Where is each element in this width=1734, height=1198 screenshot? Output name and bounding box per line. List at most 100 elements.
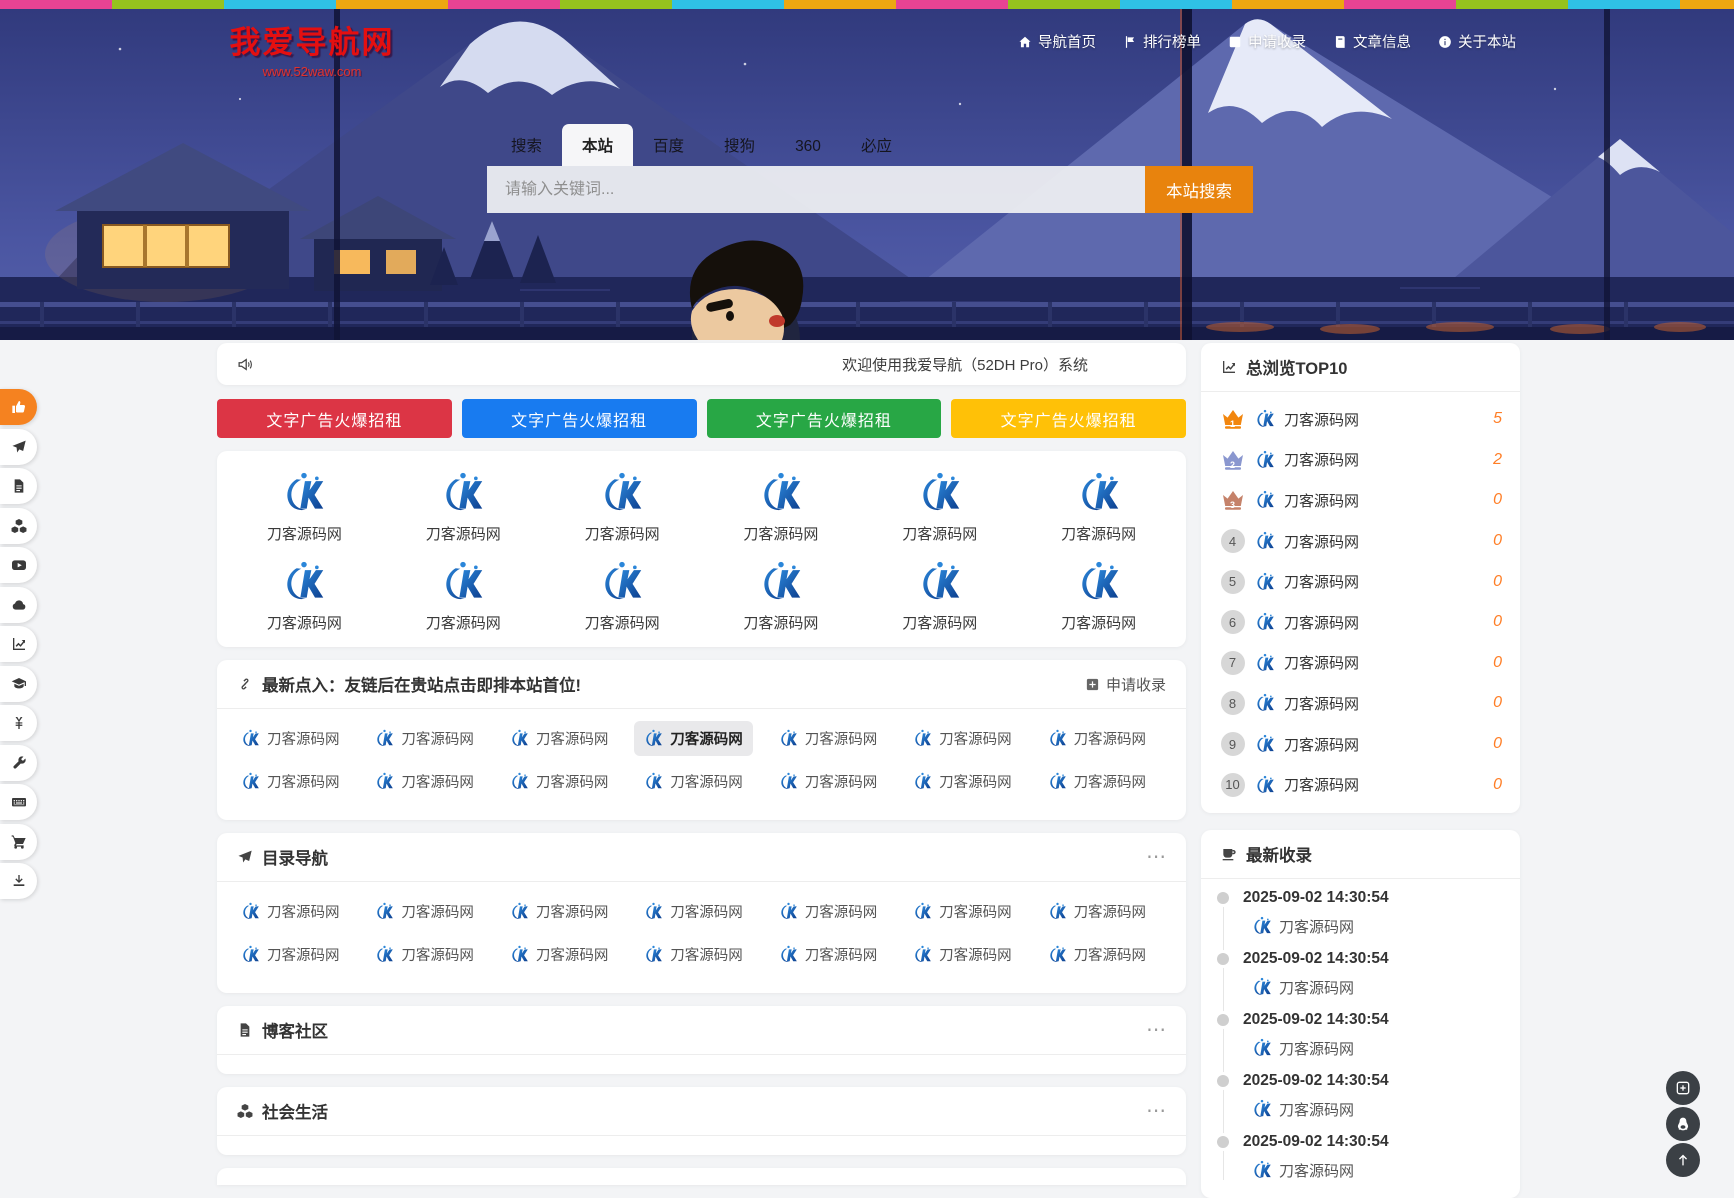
site-link[interactable]: 刀客源码网 <box>769 894 888 929</box>
site-link[interactable]: 刀客源码网 <box>231 894 350 929</box>
cubes-icon <box>237 1103 253 1119</box>
dock-item[interactable] <box>0 389 37 425</box>
section-title: 社会生活 <box>262 1099 328 1123</box>
featured-site-link[interactable]: 刀客源码网 <box>1019 560 1178 633</box>
top10-row[interactable]: 9 刀客源码网 0 <box>1219 724 1502 765</box>
dock-item[interactable] <box>0 468 37 504</box>
site-link[interactable]: 刀客源码网 <box>500 894 619 929</box>
featured-site-link[interactable]: 刀客源码网 <box>543 471 702 544</box>
search-engine-tab[interactable]: 本站 <box>562 124 633 166</box>
featured-site-link[interactable]: 刀客源码网 <box>225 560 384 633</box>
site-link[interactable]: 刀客源码网 <box>1252 1160 1504 1181</box>
back-to-top-fab[interactable] <box>1666 1143 1700 1177</box>
top10-row[interactable]: 2 刀客源码网 2 <box>1219 440 1502 481</box>
add-site-fab[interactable] <box>1666 1071 1700 1105</box>
featured-site-link[interactable]: 刀客源码网 <box>860 471 1019 544</box>
dock-item[interactable] <box>0 547 37 583</box>
site-link[interactable]: 刀客源码网 <box>1252 916 1504 937</box>
featured-site-link[interactable]: 刀客源码网 <box>225 471 384 544</box>
featured-site-link[interactable]: 刀客源码网 <box>543 560 702 633</box>
ad-button[interactable]: 文字广告火爆招租 <box>217 399 452 438</box>
site-link[interactable]: 刀客源码网 <box>769 937 888 972</box>
rainbow-stripe <box>0 0 1734 9</box>
qq-contact-fab[interactable] <box>1666 1107 1700 1141</box>
search-engine-tab[interactable]: 搜索 <box>491 124 562 166</box>
top10-row[interactable]: 10 刀客源码网 0 <box>1219 764 1502 805</box>
ad-button[interactable]: 文字广告火爆招租 <box>707 399 942 438</box>
site-link[interactable]: 刀客源码网 <box>231 937 350 972</box>
site-link[interactable]: 刀客源码网 <box>1038 937 1157 972</box>
dock-item[interactable] <box>0 626 37 662</box>
search-engine-tab[interactable]: 百度 <box>633 124 704 166</box>
site-link[interactable]: 刀客源码网 <box>1038 764 1157 799</box>
site-link[interactable]: 刀客源码网 <box>903 937 1022 972</box>
site-link[interactable]: 刀客源码网 <box>365 721 484 756</box>
site-link[interactable]: 刀客源码网 <box>903 764 1022 799</box>
dock-item[interactable] <box>0 824 37 860</box>
site-link[interactable]: 刀客源码网 <box>1252 977 1504 998</box>
more-icon[interactable] <box>1146 852 1166 862</box>
search-input[interactable] <box>487 166 1145 213</box>
top10-row[interactable]: 5 刀客源码网 0 <box>1219 561 1502 602</box>
site-link[interactable]: 刀客源码网 <box>1252 1038 1504 1059</box>
top10-row[interactable]: 1 刀客源码网 5 <box>1219 399 1502 440</box>
site-link[interactable]: 刀客源码网 <box>365 764 484 799</box>
site-link[interactable]: 刀客源码网 <box>1038 721 1157 756</box>
dock-item[interactable] <box>0 508 37 544</box>
site-logo-icon <box>918 471 962 515</box>
top10-row[interactable]: 4 刀客源码网 0 <box>1219 521 1502 562</box>
search-engine-tab[interactable]: 必应 <box>841 124 912 166</box>
featured-site-link[interactable]: 刀客源码网 <box>1019 471 1178 544</box>
top-nav-item[interactable]: 关于本站 <box>1438 31 1516 52</box>
site-link[interactable]: 刀客源码网 <box>769 721 888 756</box>
top10-row[interactable]: 7 刀客源码网 0 <box>1219 643 1502 684</box>
dock-item[interactable] <box>0 587 37 623</box>
site-link[interactable]: 刀客源码网 <box>500 937 619 972</box>
top10-row[interactable]: 6 刀客源码网 0 <box>1219 602 1502 643</box>
site-link[interactable]: 刀客源码网 <box>903 721 1022 756</box>
right-sidebar: 总浏览TOP10 1 刀客源码网 5 2 刀客源码网 2 3 刀客源码网 0 4 <box>1201 343 1520 1198</box>
featured-site-link[interactable]: 刀客源码网 <box>384 471 543 544</box>
apply-inclusion-button[interactable]: 申请收录 <box>1085 674 1166 695</box>
featured-site-link[interactable]: 刀客源码网 <box>701 471 860 544</box>
top-nav-item[interactable]: 申请收录 <box>1228 31 1306 52</box>
featured-site-link[interactable]: 刀客源码网 <box>384 560 543 633</box>
site-link[interactable]: 刀客源码网 <box>634 894 753 929</box>
site-link[interactable]: 刀客源码网 <box>231 764 350 799</box>
site-link[interactable]: 刀客源码网 <box>903 894 1022 929</box>
featured-site-link[interactable]: 刀客源码网 <box>701 560 860 633</box>
ad-button[interactable]: 文字广告火爆招租 <box>462 399 697 438</box>
site-link[interactable]: 刀客源码网 <box>231 721 350 756</box>
site-link[interactable]: 刀客源码网 <box>500 764 619 799</box>
site-link[interactable]: 刀客源码网 <box>634 764 753 799</box>
dock-item[interactable] <box>0 745 37 781</box>
dock-item[interactable] <box>0 863 37 899</box>
site-link[interactable]: 刀客源码网 <box>769 764 888 799</box>
search-engine-tab[interactable]: 360 <box>775 128 841 166</box>
site-link[interactable]: 刀客源码网 <box>1252 1099 1504 1120</box>
top-nav-item[interactable]: 排行榜单 <box>1123 31 1201 52</box>
more-icon[interactable] <box>1146 1025 1166 1035</box>
site-link[interactable]: 刀客源码网 <box>365 937 484 972</box>
dock-item[interactable] <box>0 666 37 702</box>
site-logo-icon <box>913 772 932 791</box>
ad-button[interactable]: 文字广告火爆招租 <box>951 399 1186 438</box>
site-logo-icon <box>644 945 663 964</box>
site-link[interactable]: 刀客源码网 <box>1038 894 1157 929</box>
site-link[interactable]: 刀客源码网 <box>365 894 484 929</box>
top10-row[interactable]: 3 刀客源码网 0 <box>1219 480 1502 521</box>
top-nav-item[interactable]: 导航首页 <box>1018 31 1096 52</box>
site-link[interactable]: 刀客源码网 <box>500 721 619 756</box>
search-button[interactable]: 本站搜索 <box>1145 166 1253 213</box>
top-nav-item[interactable]: 文章信息 <box>1333 31 1411 52</box>
dock-item[interactable] <box>0 784 37 820</box>
site-link[interactable]: 刀客源码网 <box>634 937 753 972</box>
more-icon[interactable] <box>1146 1106 1166 1116</box>
site-logo[interactable]: 我爱导航网 www.52waw.com <box>222 17 402 79</box>
top10-row[interactable]: 8 刀客源码网 0 <box>1219 683 1502 724</box>
search-engine-tab[interactable]: 搜狗 <box>704 124 775 166</box>
site-link[interactable]: 刀客源码网 <box>634 721 753 756</box>
dock-item[interactable] <box>0 705 37 741</box>
featured-site-link[interactable]: 刀客源码网 <box>860 560 1019 633</box>
dock-item[interactable] <box>0 429 37 465</box>
